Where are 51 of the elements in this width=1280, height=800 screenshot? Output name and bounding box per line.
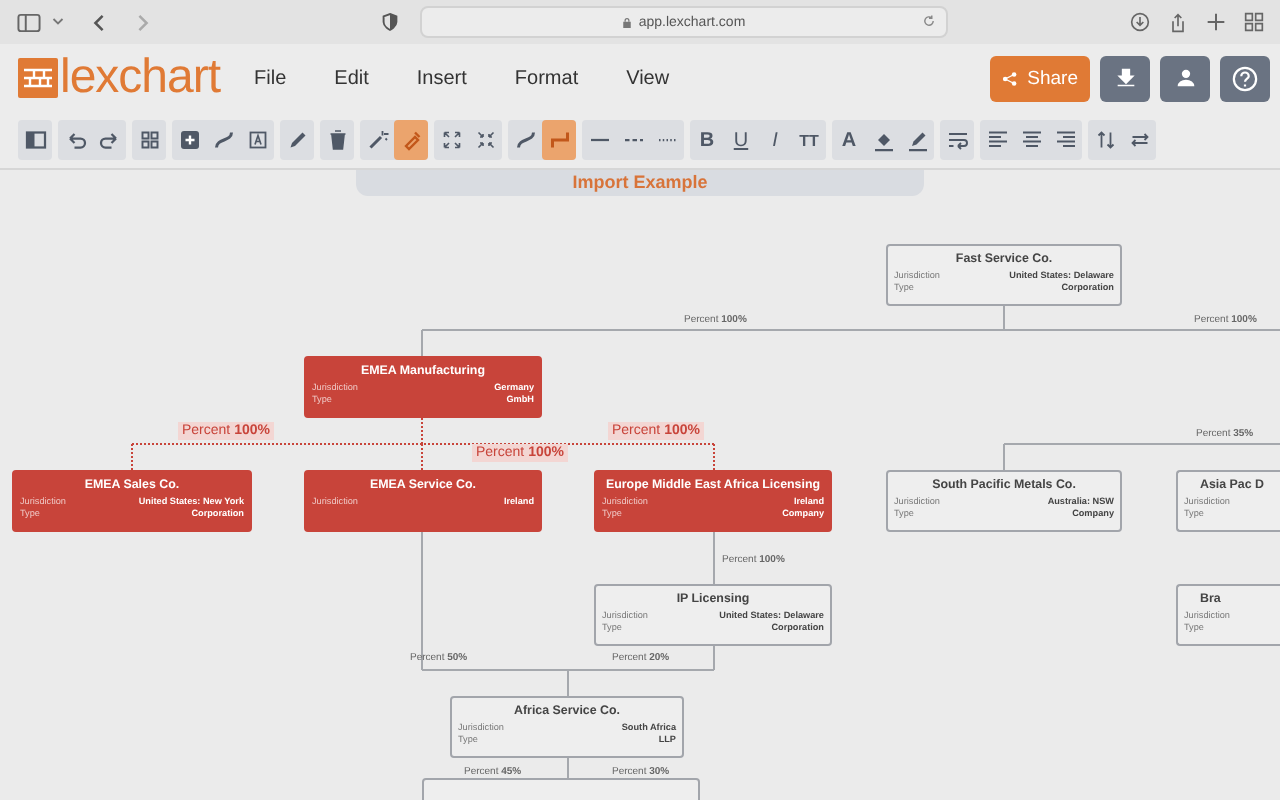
format-button[interactable]: B: [690, 120, 724, 160]
account-button[interactable]: [1160, 55, 1210, 101]
help-icon: [1232, 65, 1258, 91]
vertical-arrows-icon: [1093, 128, 1117, 152]
menu-item[interactable]: Insert: [402, 59, 481, 97]
horizontal-arrows-icon: [1127, 128, 1151, 152]
undo-icon: [63, 128, 87, 152]
curve-connector-icon: [211, 128, 235, 152]
pen-icon: [905, 128, 929, 152]
menu-item[interactable]: View: [612, 59, 684, 97]
menu-item[interactable]: Edit: [320, 59, 383, 97]
text-frame-icon: [245, 128, 269, 152]
wrap-icon: [945, 128, 969, 152]
tabs-overview-icon[interactable]: [1244, 12, 1264, 32]
download-icon[interactable]: [1130, 12, 1150, 32]
share-icon[interactable]: [1168, 11, 1188, 33]
share-icon: [1002, 67, 1018, 89]
menu-item[interactable]: Format: [500, 59, 593, 97]
pencil-icon: [285, 128, 309, 152]
align-center-icon: [1019, 128, 1043, 152]
sidebar-panel-icon: [23, 128, 47, 152]
sidebar-icon[interactable]: [16, 9, 42, 35]
redo-icon: [97, 128, 121, 152]
logo-text: lexchart: [60, 54, 221, 102]
shield-icon[interactable]: [382, 12, 398, 32]
chevron-down-icon[interactable]: [52, 16, 64, 28]
format-button[interactable]: I: [758, 120, 792, 160]
format-button[interactable]: U: [724, 120, 758, 160]
elbow-connector-icon: [547, 128, 571, 152]
brick-wall-icon: [18, 58, 58, 98]
reload-icon[interactable]: [922, 14, 936, 28]
magic-brush-icon: [399, 128, 423, 152]
expand-icon: [439, 128, 463, 152]
download-icon: [1115, 68, 1135, 88]
grid-icon: [137, 128, 161, 152]
menu-item[interactable]: File: [240, 59, 301, 97]
collapse-icon: [473, 128, 497, 152]
magic-wand-icon: [365, 128, 389, 152]
back-icon[interactable]: [90, 13, 108, 31]
fill-bucket-icon: [871, 128, 895, 152]
lock-icon: [622, 15, 633, 29]
user-icon: [1175, 68, 1195, 88]
align-left-icon: [985, 128, 1009, 152]
curve-connector-icon: [513, 128, 537, 152]
trash-icon: [325, 128, 349, 152]
add-icon: [177, 128, 201, 152]
new-tab-icon[interactable]: [1206, 12, 1226, 32]
help-button[interactable]: [1220, 55, 1270, 101]
align-right-icon: [1053, 128, 1077, 152]
download-button[interactable]: [1100, 55, 1150, 101]
format-button[interactable]: TT: [792, 120, 826, 160]
